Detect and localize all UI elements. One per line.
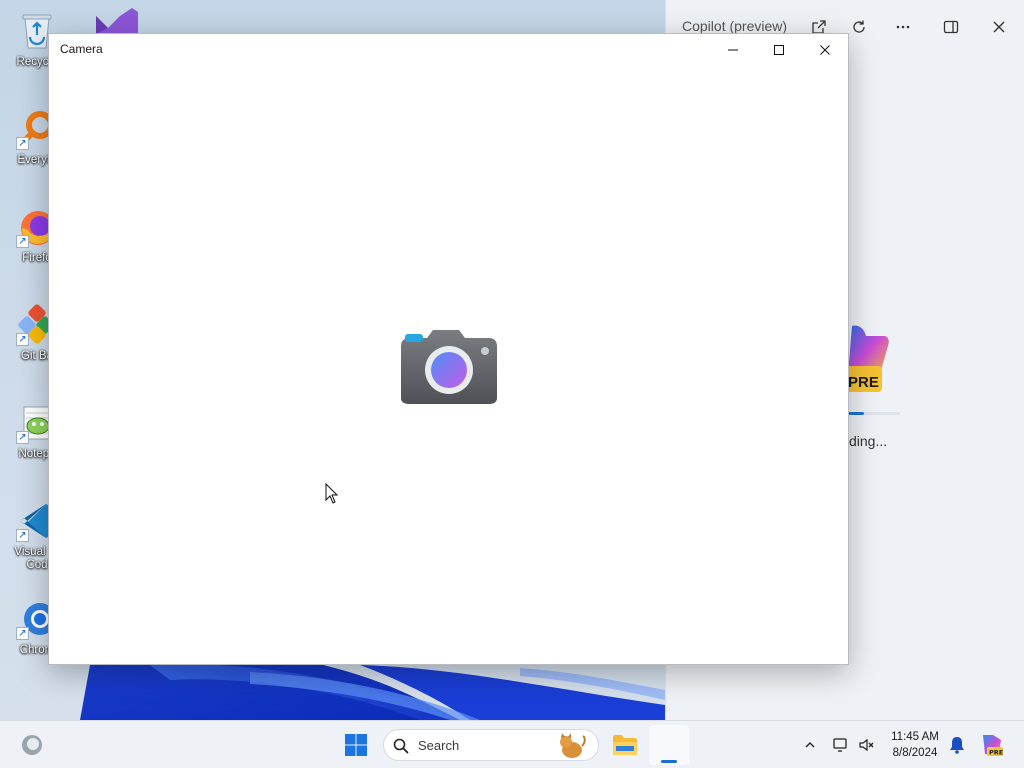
shortcut-arrow-icon: ↗: [16, 431, 29, 444]
preview-badge: PRE: [848, 374, 879, 391]
start-button[interactable]: [340, 729, 372, 761]
search-placeholder: Search: [418, 738, 460, 753]
loading-progress-bar: [848, 412, 900, 415]
copilot-taskbar-button[interactable]: PRE: [978, 729, 1006, 761]
minimize-icon[interactable]: [710, 34, 756, 65]
camera-taskbar-button[interactable]: [649, 725, 689, 765]
taskbar-search-box[interactable]: Search: [383, 729, 599, 761]
clock-date: 8/8/2024: [892, 747, 938, 759]
shortcut-arrow-icon: ↗: [16, 333, 29, 346]
more-icon[interactable]: [888, 12, 918, 42]
camera-window: Camera: [48, 33, 849, 665]
volume-button[interactable]: [857, 729, 877, 761]
weather-widget-icon: [22, 735, 42, 755]
loading-text: ding...: [849, 433, 888, 449]
widgets-button[interactable]: [16, 729, 48, 761]
chevron-up-icon: [805, 742, 815, 748]
visual-studio-icon[interactable]: [92, 6, 140, 34]
taskbar: Search 11:45 AM 8/8/2024 PRE: [0, 720, 1024, 768]
close-icon[interactable]: [984, 12, 1014, 42]
system-clock[interactable]: 11:45 AM 8/8/2024: [884, 729, 946, 761]
search-icon: [393, 738, 409, 754]
search-highlight-cat-icon: [560, 733, 586, 758]
window-title: Camera: [60, 42, 103, 56]
camera-app-icon: [401, 330, 497, 404]
mouse-cursor-icon: [325, 483, 339, 504]
show-hidden-icons-button[interactable]: [800, 729, 820, 761]
split-view-icon[interactable]: [936, 12, 966, 42]
shortcut-arrow-icon: ↗: [16, 235, 29, 248]
active-app-indicator: [661, 760, 677, 763]
file-explorer-button[interactable]: [609, 729, 641, 761]
network-icon: [833, 738, 847, 752]
shortcut-arrow-icon: ↗: [16, 137, 29, 150]
notifications-button[interactable]: [947, 729, 967, 761]
close-icon[interactable]: [802, 34, 848, 65]
clock-time: 11:45 AM: [891, 731, 939, 743]
shortcut-arrow-icon: ↗: [16, 529, 29, 542]
bell-icon: [950, 737, 964, 754]
speaker-muted-icon: [859, 738, 874, 752]
maximize-icon[interactable]: [756, 34, 802, 65]
copilot-icon: PRE: [983, 735, 1003, 757]
shortcut-arrow-icon: ↗: [16, 627, 29, 640]
windows-logo-icon: [345, 734, 367, 756]
svg-text:PRE: PRE: [989, 749, 1003, 757]
folder-icon: [613, 735, 637, 755]
network-status-button[interactable]: [831, 729, 851, 761]
copilot-title: Copilot (preview): [682, 18, 788, 34]
